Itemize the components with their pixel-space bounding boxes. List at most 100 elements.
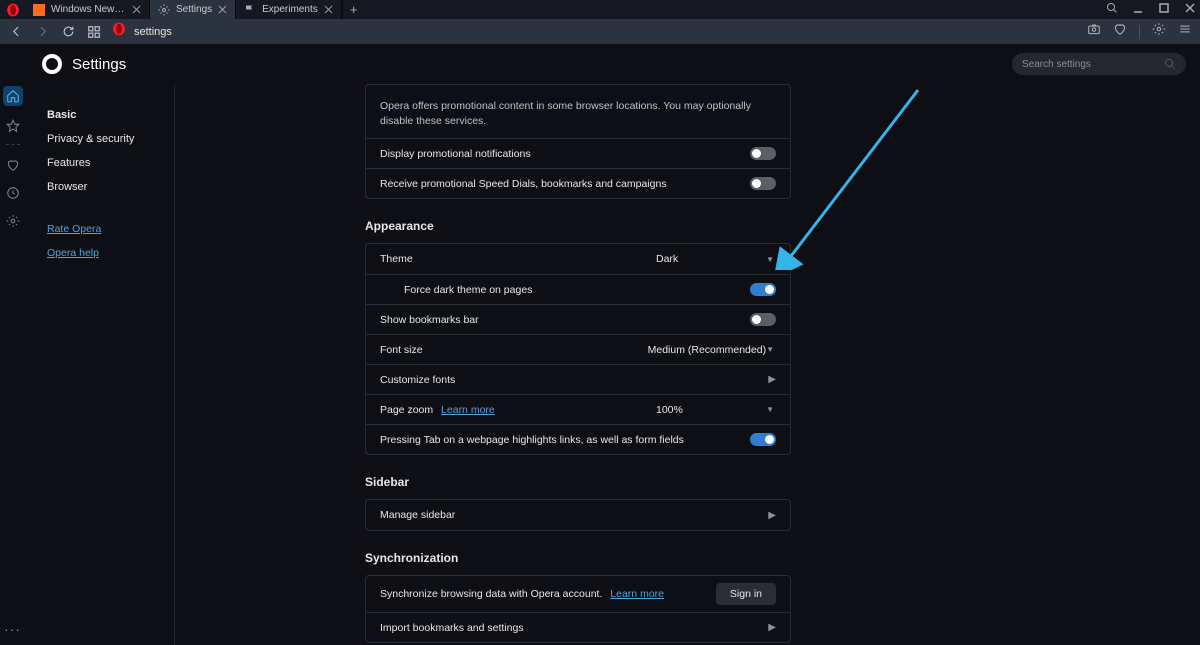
settings-header: Settings	[0, 44, 1200, 84]
back-button[interactable]	[8, 24, 24, 40]
row-receive-speed-dials[interactable]: Receive promotional Speed Dials, bookmar…	[366, 168, 790, 198]
toggle-show-bookmarks[interactable]	[750, 313, 776, 326]
row-sync-signin: Synchronize browsing data with Opera acc…	[366, 576, 790, 612]
speed-dial-button[interactable]	[86, 24, 102, 40]
learn-more-link[interactable]: Learn more	[441, 404, 495, 416]
chevron-right-icon: ▶	[768, 622, 776, 633]
section-sync-title: Synchronization	[365, 551, 791, 565]
reload-button[interactable]	[60, 24, 76, 40]
promo-panel: Opera offers promotional content in some…	[365, 84, 791, 199]
sync-desc: Synchronize browsing data with Opera acc…	[380, 588, 602, 600]
maximize-button[interactable]	[1158, 2, 1170, 17]
row-theme[interactable]: Theme Dark ▼	[366, 244, 790, 274]
row-tab-highlight[interactable]: Pressing Tab on a webpage highlights lin…	[366, 424, 790, 454]
close-icon[interactable]	[132, 5, 141, 14]
search-icon	[1164, 58, 1176, 70]
select-theme[interactable]: Dark ▼	[656, 249, 776, 269]
tab-label: Windows News, Updates, t	[51, 4, 126, 15]
chevron-right-icon: ▶	[768, 374, 776, 385]
section-sidebar-title: Sidebar	[365, 475, 791, 489]
toggle-receive-speed-dials[interactable]	[750, 177, 776, 190]
heart-icon[interactable]	[1113, 22, 1127, 41]
rail-heart[interactable]	[5, 157, 21, 173]
window-controls	[1106, 0, 1196, 19]
separator	[1139, 25, 1140, 39]
rail-home[interactable]	[3, 86, 23, 106]
toolbar-right	[1087, 22, 1192, 41]
settings-content: Opera offers promotional content in some…	[175, 84, 1200, 645]
row-label: Display promotional notifications	[380, 148, 750, 160]
rail-bookmarks[interactable]	[5, 118, 21, 134]
tab-windows-news[interactable]: Windows News, Updates, t	[25, 0, 150, 19]
sidebar-item-privacy[interactable]: Privacy & security	[47, 133, 174, 145]
favicon-windows	[33, 4, 45, 16]
row-manage-sidebar[interactable]: Manage sidebar ▶	[366, 500, 790, 530]
toggle-display-notifications[interactable]	[750, 147, 776, 160]
appearance-panel: Theme Dark ▼ Force dark theme on pages S…	[365, 243, 791, 455]
select-value: 100%	[656, 404, 683, 416]
easy-setup-button[interactable]	[1152, 22, 1166, 41]
promo-description: Opera offers promotional content in some…	[366, 85, 790, 138]
rail-divider	[6, 144, 20, 145]
search-icon[interactable]	[1106, 2, 1118, 17]
row-label: Force dark theme on pages	[404, 284, 750, 296]
search-input[interactable]	[1022, 59, 1158, 70]
row-font-size[interactable]: Font size Medium (Recommended) ▼	[366, 334, 790, 364]
row-page-zoom[interactable]: Page zoom Learn more 100% ▼	[366, 394, 790, 424]
gear-icon	[158, 4, 170, 16]
chevron-down-icon: ▼	[766, 405, 774, 414]
row-display-notifications[interactable]: Display promotional notifications	[366, 138, 790, 168]
close-icon[interactable]	[218, 5, 227, 14]
rail-settings[interactable]	[5, 213, 21, 229]
page-title: Settings	[72, 56, 1012, 73]
row-label: Customize fonts	[380, 374, 768, 386]
forward-button[interactable]	[34, 24, 50, 40]
row-label: Import bookmarks and settings	[380, 622, 768, 634]
row-customize-fonts[interactable]: Customize fonts ▶	[366, 364, 790, 394]
tab-experiments[interactable]: Experiments	[236, 0, 342, 19]
sidebar-link-help[interactable]: Opera help	[47, 247, 174, 259]
rail-history[interactable]	[5, 185, 21, 201]
tab-label: Settings	[176, 4, 212, 15]
row-label: Theme	[380, 253, 656, 265]
sidebar-item-features[interactable]: Features	[47, 157, 174, 169]
learn-more-link[interactable]: Learn more	[610, 588, 664, 600]
select-value: Dark	[656, 253, 678, 265]
row-label: Font size	[380, 344, 648, 356]
signin-button[interactable]: Sign in	[716, 583, 776, 605]
close-icon[interactable]	[324, 5, 333, 14]
page-zoom-label: Page zoom	[380, 404, 433, 416]
main-menu-button[interactable]	[1178, 22, 1192, 41]
address-field[interactable]: settings	[112, 22, 1077, 41]
row-show-bookmarks[interactable]: Show bookmarks bar	[366, 304, 790, 334]
search-settings-input[interactable]	[1012, 53, 1186, 75]
tab-label: Experiments	[262, 4, 318, 15]
sidebar-link-rate[interactable]: Rate Opera	[47, 223, 174, 235]
row-label: Show bookmarks bar	[380, 314, 750, 326]
opera-icon	[112, 22, 126, 41]
close-button[interactable]	[1184, 2, 1196, 17]
opera-menu-button[interactable]	[0, 0, 25, 19]
flag-icon	[244, 4, 256, 16]
opera-logo-icon	[42, 54, 62, 74]
toggle-force-dark[interactable]	[750, 283, 776, 296]
chevron-down-icon: ▼	[766, 345, 774, 354]
row-force-dark[interactable]: Force dark theme on pages	[366, 274, 790, 304]
sidebar-item-browser[interactable]: Browser	[47, 181, 174, 193]
tab-settings[interactable]: Settings	[150, 0, 236, 19]
row-label: Receive promotional Speed Dials, bookmar…	[380, 178, 750, 190]
select-page-zoom[interactable]: 100% ▼	[656, 400, 776, 420]
section-appearance-title: Appearance	[365, 219, 791, 233]
minimize-button[interactable]	[1132, 2, 1144, 17]
row-label: Pressing Tab on a webpage highlights lin…	[380, 434, 750, 446]
toggle-tab-highlight[interactable]	[750, 433, 776, 446]
rail-more[interactable]: ···	[4, 621, 21, 637]
snapshot-button[interactable]	[1087, 22, 1101, 41]
select-font-size[interactable]: Medium (Recommended) ▼	[648, 340, 776, 360]
sync-panel: Synchronize browsing data with Opera acc…	[365, 575, 791, 643]
sidebar-panel: Manage sidebar ▶	[365, 499, 791, 531]
new-tab-button[interactable]: +	[343, 0, 365, 19]
chevron-right-icon: ▶	[768, 510, 776, 521]
row-import-bookmarks[interactable]: Import bookmarks and settings ▶	[366, 612, 790, 642]
sidebar-item-basic[interactable]: Basic	[47, 109, 174, 121]
